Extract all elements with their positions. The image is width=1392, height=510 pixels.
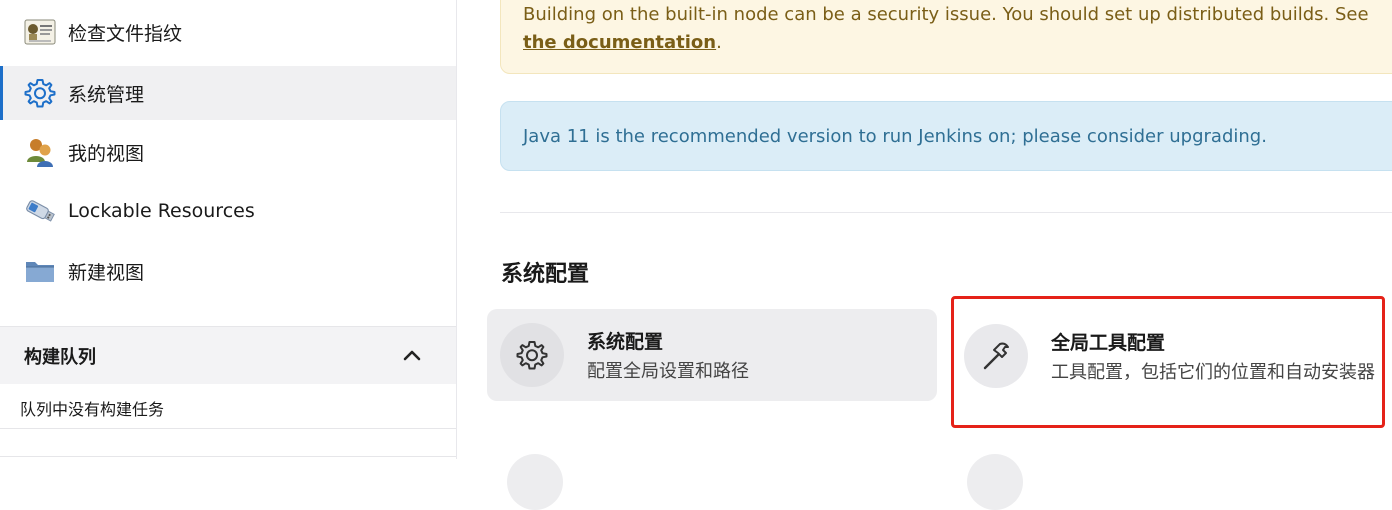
chevron-up-icon[interactable] (398, 341, 426, 369)
fingerprint-document-icon (24, 16, 56, 48)
security-warning-alert: Building on the built-in node can be a s… (500, 0, 1392, 74)
divider (500, 212, 1392, 213)
section-title: 系统配置 (501, 262, 590, 287)
sidebar-item-label: 检查文件指纹 (68, 22, 183, 45)
sidebar-item-my-views[interactable]: 我的视图 (0, 125, 456, 179)
warning-text: Building on the built-in node can be a s… (523, 4, 1369, 25)
java-version-alert: Java 11 is the recommended version to ru… (500, 101, 1392, 171)
info-text: Java 11 is the recommended version to ru… (523, 125, 1267, 147)
sidebar-item-lockable-resources[interactable]: Lockable Resources (0, 184, 456, 238)
system-configuration-card[interactable]: 系统配置 配置全局设置和路径 (487, 309, 937, 401)
card-description: 工具配置，包括它们的位置和自动安装器 (1051, 362, 1375, 383)
sidebar-item-label: Lockable Resources (68, 200, 255, 222)
sidebar: 检查文件指纹 系统管理 我的视图 Lockable Resources 新建视图… (0, 0, 457, 459)
global-tool-configuration-card[interactable]: 全局工具配置 工具配置，包括它们的位置和自动安装器 (951, 296, 1385, 428)
card-title: 系统配置 (587, 331, 664, 353)
gear-icon (500, 323, 564, 387)
sidebar-item-manage-jenkins[interactable]: 系统管理 (0, 66, 456, 120)
usb-drive-icon (24, 195, 56, 227)
sidebar-item-fingerprint[interactable]: 检查文件指纹 (0, 5, 456, 59)
card-title: 全局工具配置 (1051, 332, 1166, 354)
sidebar-item-label: 我的视图 (68, 142, 145, 165)
card-icon-partial (507, 454, 563, 510)
documentation-link[interactable]: the documentation (523, 32, 716, 53)
card-icon-partial (967, 454, 1023, 510)
divider (0, 428, 456, 429)
build-queue-header[interactable]: 构建队列 (0, 327, 456, 384)
card-description: 配置全局设置和路径 (587, 361, 749, 382)
warning-suffix: . (716, 32, 722, 53)
sidebar-item-new-view[interactable]: 新建视图 (0, 244, 456, 298)
sidebar-item-label: 新建视图 (68, 261, 145, 284)
main-content: Building on the built-in node can be a s… (457, 0, 1392, 510)
gear-icon (24, 77, 56, 109)
divider (0, 456, 456, 457)
build-queue-title: 构建队列 (24, 347, 96, 368)
hammer-icon (964, 324, 1028, 388)
sidebar-item-label: 系统管理 (68, 83, 145, 106)
user-group-icon (24, 136, 56, 168)
folder-icon (24, 255, 56, 287)
build-queue-empty-text: 队列中没有构建任务 (20, 400, 165, 419)
